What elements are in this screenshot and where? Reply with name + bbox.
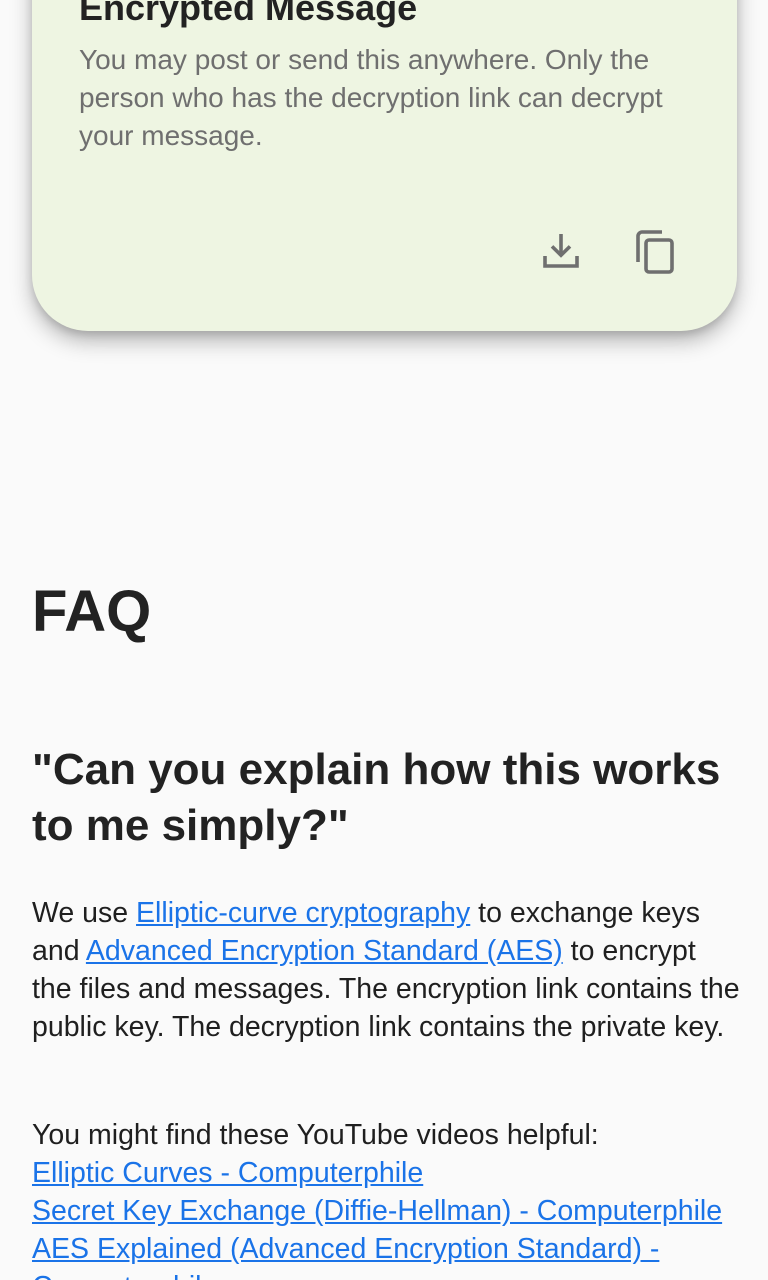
aes-video-link[interactable]: AES Explained (Advanced Encryption Stand… (32, 1230, 742, 1280)
copy-button[interactable] (628, 224, 684, 280)
diffie-hellman-video-link[interactable]: Secret Key Exchange (Diffie-Hellman) - C… (32, 1192, 742, 1230)
elliptic-curve-cryptography-link[interactable]: Elliptic-curve cryptography (136, 897, 470, 929)
answer-text-1: We use (32, 897, 137, 929)
aes-link[interactable]: Advanced Encryption Standard (AES) (86, 935, 563, 967)
videos-section: You might find these YouTube videos help… (32, 1116, 742, 1280)
copy-icon (636, 230, 674, 274)
encrypted-message-card: Encrypted Message You may post or send t… (32, 0, 737, 331)
card-title: Encrypted Message (79, 0, 418, 28)
card-description: You may post or send this anywhere. Only… (79, 44, 663, 151)
faq-question: "Can you explain how this works to me si… (32, 745, 721, 850)
download-button[interactable] (533, 224, 589, 280)
faq-answer: We use Elliptic-curve cryptography to ex… (32, 894, 742, 1046)
videos-intro: You might find these YouTube videos help… (32, 1119, 599, 1151)
elliptic-curves-video-link[interactable]: Elliptic Curves - Computerphile (32, 1154, 742, 1192)
faq-heading: FAQ (32, 579, 152, 644)
page: Encrypted Message You may post or send t… (0, 0, 768, 1280)
download-icon (543, 234, 579, 268)
